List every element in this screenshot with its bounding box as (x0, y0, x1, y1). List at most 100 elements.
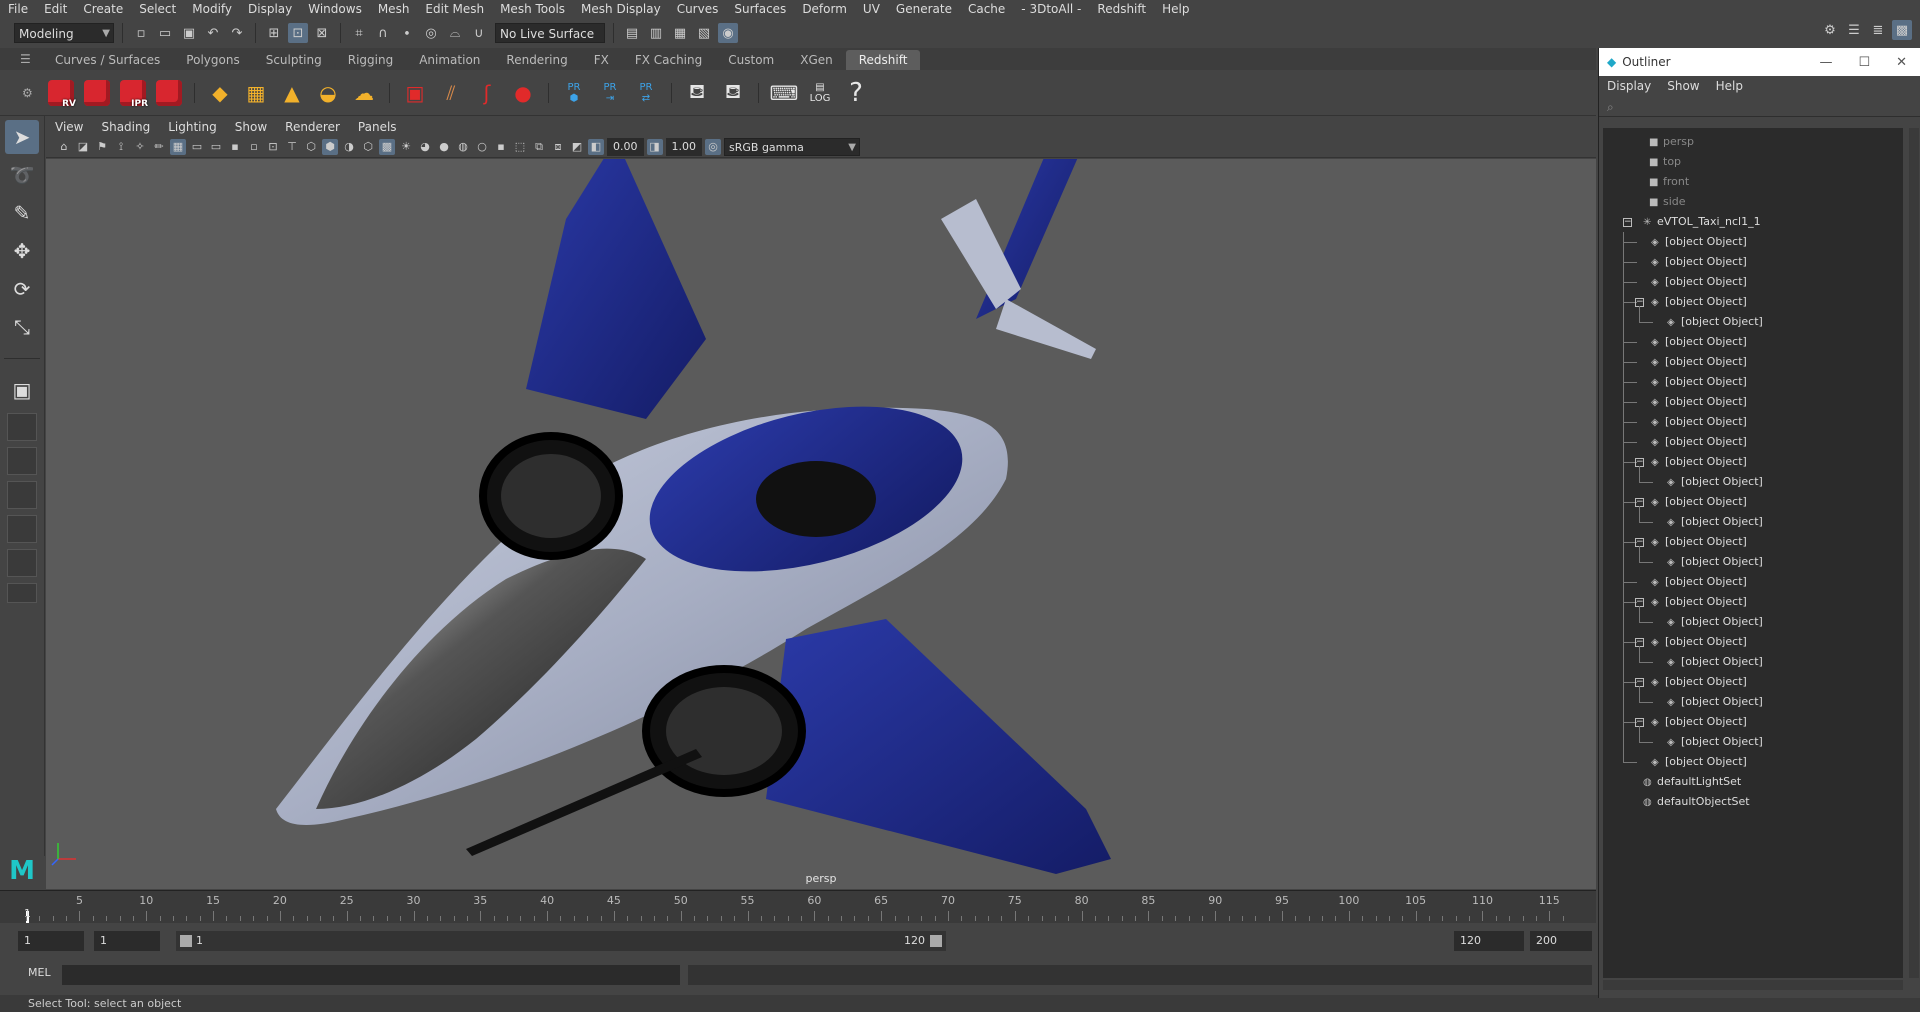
camera-attributes-icon[interactable]: ◪ (75, 139, 91, 155)
playback-start-field[interactable]: 1 (94, 931, 160, 951)
minimize-icon[interactable]: — (1819, 55, 1832, 70)
film-gate-icon[interactable]: ▭ (189, 139, 205, 155)
sun-sky-button[interactable]: ☁ (349, 77, 379, 109)
panel-menu-view[interactable]: View (46, 120, 92, 134)
outliner-camera-persp[interactable]: ■ persp (1649, 132, 1694, 152)
outliner-item-loop-l-2[interactable]: ◈ [object Object] (1667, 732, 1763, 752)
color-management-icon[interactable]: ◎ (705, 138, 721, 155)
menu-item-3dtoall[interactable]: - 3DtoAll - (1013, 0, 1089, 18)
outliner-item-rotor-ring-l[interactable]: ◈ [object Object] (1651, 452, 1747, 472)
menu-item-edit-mesh[interactable]: Edit Mesh (417, 0, 492, 18)
menu-item-create[interactable]: Create (75, 0, 131, 18)
outliner-item-flap-f[interactable]: ◈ [object Object] (1651, 272, 1747, 292)
menu-item-display[interactable]: Display (240, 0, 300, 18)
gamma-toggle-icon[interactable]: ◨ (646, 138, 663, 155)
playback-end-field[interactable]: 120 (1454, 931, 1524, 951)
menu-item-deform[interactable]: Deform (794, 0, 855, 18)
new-scene-icon[interactable]: ▫ (131, 23, 151, 43)
menu-item-surfaces[interactable]: Surfaces (726, 0, 794, 18)
outliner-camera-top[interactable]: ■ top (1649, 152, 1681, 172)
live-surface-field[interactable]: No Live Surface (495, 23, 605, 43)
channel-box-icon[interactable]: ≣ (1868, 20, 1888, 40)
menu-item-windows[interactable]: Windows (300, 0, 370, 18)
ipr-render-icon[interactable]: ▦ (670, 23, 690, 43)
shelf-tab-animation[interactable]: Animation (406, 50, 493, 70)
redshift-ipr-button[interactable]: IPR (118, 77, 148, 109)
xray-components-icon[interactable]: ◩ (569, 139, 585, 155)
image-plane-icon[interactable]: ⟟ (113, 139, 129, 155)
view-transform-dropdown[interactable]: sRGB gamma ▼ (724, 137, 860, 156)
gate-mask-icon[interactable]: ▪ (227, 139, 243, 155)
proxy-export-button[interactable]: ▣ (400, 77, 430, 109)
outliner-camera-front[interactable]: ■ front (1649, 172, 1689, 192)
shelf-tab-custom[interactable]: Custom (715, 50, 787, 70)
outliner-item-chassis[interactable]: ◈ [object Object] (1651, 232, 1747, 252)
outliner-item-steering[interactable]: ◈ [object Object] (1651, 332, 1747, 352)
hair-button[interactable]: ⫽ (436, 77, 466, 109)
graph-persp-layout-icon[interactable] (7, 549, 37, 577)
redshift-render-view-button[interactable]: RV (46, 77, 76, 109)
snap-magnet-icon[interactable]: ∪ (469, 23, 489, 43)
outliner-menu-help[interactable]: Help (1708, 79, 1751, 93)
range-slider-end-handle[interactable] (930, 935, 942, 947)
outliner-item-screen[interactable]: ◈ [object Object] (1651, 372, 1747, 392)
redshift-render-settings-button[interactable] (154, 77, 184, 109)
wireframe-shaded-icon[interactable]: ⬡ (360, 139, 376, 155)
outliner-item-body[interactable]: ◈ [object Object] (1651, 752, 1747, 772)
anti-aliasing-icon[interactable]: ○ (474, 139, 490, 155)
motion-blur-icon[interactable]: ◍ (455, 139, 471, 155)
select-hierarchy-icon[interactable]: ⊞ (264, 23, 284, 43)
material-button[interactable]: ● (508, 77, 538, 109)
outliner-vertical-scrollbar[interactable] (1909, 128, 1919, 978)
shelf-tab-redshift[interactable]: Redshift (845, 50, 921, 70)
default-material-icon[interactable]: ◑ (341, 139, 357, 155)
render-frame-icon[interactable]: ▤ (622, 23, 642, 43)
outliner-set-defaultobjectset[interactable]: ◍ defaultObjectSet (1643, 792, 1750, 812)
grid-icon[interactable]: ▦ (170, 138, 186, 155)
panel-menu-shading[interactable]: Shading (92, 120, 159, 134)
volume-button[interactable]: ʃ (472, 77, 502, 109)
menu-item-uv[interactable]: UV (855, 0, 888, 18)
xray-joints-icon[interactable]: ⧈ (550, 139, 566, 155)
shelf-tab-curves-surfaces[interactable]: Curves / Surfaces (42, 50, 173, 70)
undo-icon[interactable]: ↶ (203, 23, 223, 43)
menu-item-generate[interactable]: Generate (888, 0, 960, 18)
2d-pan-zoom-icon[interactable]: ✧ (132, 139, 148, 155)
shelf-options-icon[interactable]: ⚙ (22, 86, 33, 100)
exposure-toggle-icon[interactable]: ◧ (588, 138, 604, 155)
maximize-icon[interactable]: ☐ (1858, 55, 1870, 70)
select-component-icon[interactable]: ⊠ (312, 23, 332, 43)
outliner-item-door-r[interactable]: ◈ [object Object] (1651, 592, 1747, 612)
dome-light-button[interactable]: ◒ (313, 77, 343, 109)
close-icon[interactable]: ✕ (1896, 55, 1907, 70)
outliner-item-flap-l[interactable]: ◈ [object Object] (1651, 412, 1747, 432)
outliner-horizontal-scrollbar[interactable] (1603, 980, 1903, 990)
render-region-icon[interactable]: ▥ (646, 23, 666, 43)
panel-menu-panels[interactable]: Panels (349, 120, 406, 134)
safe-action-icon[interactable]: ⊡ (265, 139, 281, 155)
select-tool-icon[interactable]: ➤ (5, 120, 39, 154)
shadows-icon[interactable]: ◕ (417, 139, 433, 155)
two-view-stack-layout-icon[interactable] (7, 481, 37, 509)
outliner-item-blade-l[interactable]: ◈ [object Object] (1667, 472, 1763, 492)
pr-swap-button[interactable]: PR ⇄ (631, 77, 661, 109)
menu-item-mesh[interactable]: Mesh (370, 0, 418, 18)
open-scene-icon[interactable]: ▭ (155, 23, 175, 43)
menu-item-edit[interactable]: Edit (36, 0, 75, 18)
time-slider[interactable]: 1 5 10 15 20 25 30 35 40 45 50 55 60 65 70 75 80 85 90 95 1… (0, 890, 1596, 923)
resolution-gate-icon[interactable]: ▭ (208, 139, 224, 155)
outliner-persp-layout-icon[interactable] (7, 515, 37, 543)
outliner-item-flap-r[interactable]: ◈ [object Object] (1651, 252, 1747, 272)
move-tool-icon[interactable]: ✥ (5, 234, 39, 268)
rotate-tool-icon[interactable]: ⟳ (5, 272, 39, 306)
outliner-item-loop-r-2[interactable]: ◈ [object Object] (1667, 312, 1763, 332)
attribute-editor-icon[interactable]: ☰ (1844, 20, 1864, 40)
point-light-button[interactable]: ▲ (277, 77, 307, 109)
shelf-tab-fx[interactable]: FX (581, 50, 622, 70)
textured-icon[interactable]: ▩ (379, 138, 395, 155)
ambient-occlusion-icon[interactable]: ● (436, 139, 452, 155)
outliner-item-cabin[interactable]: ◈ [object Object] (1651, 572, 1747, 592)
redo-icon[interactable]: ↷ (227, 23, 247, 43)
outliner-item-loop-r-1[interactable]: ◈ [object Object] (1651, 292, 1747, 312)
snap-point-icon[interactable]: ∙ (397, 23, 417, 43)
